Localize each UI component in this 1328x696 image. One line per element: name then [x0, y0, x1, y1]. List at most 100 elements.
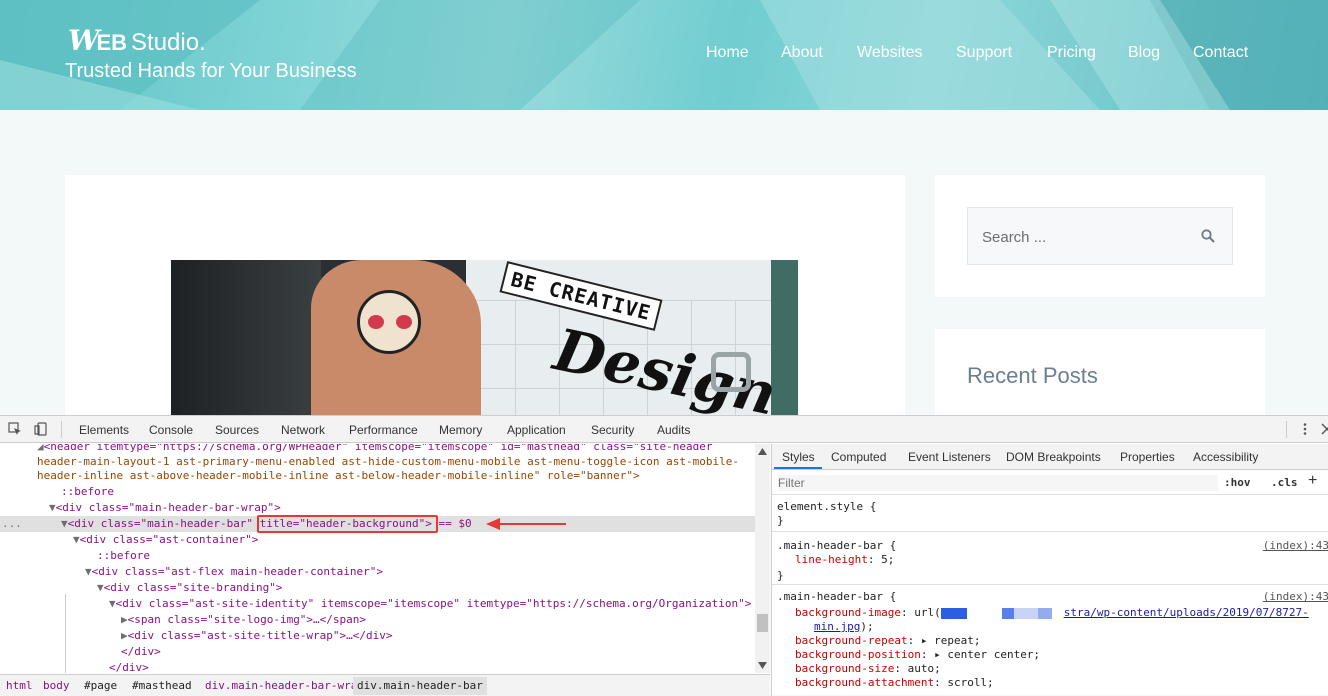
rule1-selector: .main-header-bar {: [777, 539, 897, 552]
search-input[interactable]: [982, 226, 1182, 248]
crumb-html[interactable]: html: [6, 679, 33, 692]
class-toggle[interactable]: .cls: [1271, 476, 1298, 489]
tree-line-header-bar-wrap[interactable]: ▼<div class="main-header-bar-wrap">: [49, 500, 281, 516]
tab-performance[interactable]: Performance: [349, 423, 418, 437]
redacted-block-3: [1013, 607, 1038, 619]
crumb-header-bar-wrap[interactable]: div.main-header-bar-wrap: [205, 679, 364, 692]
scroll-down-icon[interactable]: [758, 662, 767, 669]
dom-breadcrumb: html body #page #masthead div.main-heade…: [0, 674, 770, 696]
redacted-block-1: [940, 607, 967, 619]
tree-line-site-identity[interactable]: ▼<div class="ast-site-identity" itemscop…: [109, 596, 751, 612]
subtab-styles[interactable]: Styles: [782, 450, 815, 464]
styles-filter-bar: :hov .cls +: [772, 471, 1328, 495]
redacted-block-4: [1037, 607, 1052, 619]
rule2-background-size[interactable]: background-size: auto;: [795, 662, 941, 676]
nav-home[interactable]: Home: [706, 44, 749, 62]
post-featured-image[interactable]: BE CREATIVE Design: [171, 260, 798, 415]
rule1-line-height[interactable]: line-height: 5;: [795, 553, 894, 567]
element-style-close: }: [777, 514, 784, 527]
rule-main-header-bar-1[interactable]: .main-header-bar { (index):43 line-heigh…: [772, 533, 1328, 585]
rule2-bg-url-cont[interactable]: min.jpg);: [814, 620, 874, 634]
skull-eye-left: [368, 315, 384, 329]
tabbar-separator: [61, 421, 62, 438]
search-icon[interactable]: [1201, 229, 1215, 243]
element-style-selector: element.style {: [777, 500, 877, 513]
rule2-source-link[interactable]: (index):43: [1263, 590, 1328, 604]
tree-line-header-3: header-inline ast-above-header-mobile-in…: [37, 469, 640, 482]
scrollbar-thumb[interactable]: [757, 614, 768, 632]
tab-elements[interactable]: Elements: [79, 423, 129, 437]
tree-line-close-div-2: </div>: [109, 661, 149, 673]
elements-tree: ◢<header itemtype="https://schema.org/WP…: [0, 444, 770, 673]
inspect-element-icon[interactable]: [8, 422, 22, 436]
rule2-background-repeat[interactable]: background-repeat: ▸ repeat;: [795, 634, 980, 648]
tab-console[interactable]: Console: [149, 423, 193, 437]
nav-websites[interactable]: Websites: [857, 44, 923, 62]
tab-security[interactable]: Security: [591, 423, 634, 437]
tree-line-before-1[interactable]: ::before: [61, 484, 114, 500]
new-rule-button[interactable]: +: [1308, 472, 1317, 490]
tabbar-separator-right: [1286, 421, 1287, 438]
main-nav: Home About Websites Support Pricing Blog…: [0, 44, 1328, 64]
elements-scrollbar[interactable]: [755, 444, 770, 673]
subtab-accessibility[interactable]: Accessibility: [1193, 450, 1258, 464]
device-toolbar-icon[interactable]: [34, 422, 48, 436]
nav-blog[interactable]: Blog: [1128, 44, 1160, 62]
highlighted-title-attribute: [257, 515, 438, 533]
tab-application[interactable]: Application: [507, 423, 566, 437]
styles-subtabs: Styles Computed Event Listeners DOM Brea…: [772, 444, 1328, 470]
crumb-main-header-bar[interactable]: div.main-header-bar: [353, 677, 487, 695]
tree-line-site-logo-img[interactable]: ▶<span class="site-logo-img">…</span>: [121, 612, 366, 628]
recent-posts-heading: Recent Posts: [967, 363, 1098, 388]
crumb-page[interactable]: #page: [84, 679, 117, 692]
rule-element-style[interactable]: element.style { }: [772, 496, 1328, 532]
tree-line-close-div-1: </div>: [121, 645, 161, 658]
tab-memory[interactable]: Memory: [439, 423, 482, 437]
site-header: WEB Studio. Trusted Hands for Your Busine…: [0, 0, 1328, 110]
tab-sources[interactable]: Sources: [215, 423, 259, 437]
devtools-panel: Elements Console Sources Network Perform…: [0, 415, 1328, 696]
hero-skull-tattoo: [357, 290, 421, 354]
subtab-properties[interactable]: Properties: [1120, 450, 1175, 464]
more-options-icon[interactable]: [1298, 422, 1312, 436]
hover-state-toggle[interactable]: :hov: [1224, 476, 1251, 489]
tab-network[interactable]: Network: [281, 423, 325, 437]
scroll-up-icon[interactable]: [758, 448, 767, 455]
redacted-gap: [966, 607, 1002, 619]
bg-image-url-link[interactable]: stra/wp-content/uploads/2019/07/8727-: [1064, 606, 1309, 619]
rule1-close: }: [777, 569, 784, 582]
selected-node-marker[interactable]: ...: [2, 516, 22, 532]
crumb-body[interactable]: body: [43, 679, 70, 692]
tree-guide-line: [65, 594, 66, 673]
rule2-background-position[interactable]: background-position: ▸ center center;: [795, 648, 1040, 662]
tree-line-site-title-wrap[interactable]: ▶<div class="ast-site-title-wrap">…</div…: [121, 628, 393, 644]
nav-contact[interactable]: Contact: [1193, 44, 1248, 62]
close-devtools-icon[interactable]: [1320, 422, 1328, 436]
redacted-block-2: [1001, 607, 1014, 619]
tree-line-site-branding[interactable]: ▼<div class="site-branding">: [97, 580, 282, 596]
hero-dark-area: [171, 260, 321, 415]
nav-pricing[interactable]: Pricing: [1047, 44, 1096, 62]
subtab-dom-breakpoints[interactable]: DOM Breakpoints: [1006, 450, 1101, 464]
rule-main-header-bar-2[interactable]: .main-header-bar { (index):43 background…: [772, 586, 1328, 696]
annotation-arrow-icon: [486, 518, 566, 530]
nav-about[interactable]: About: [781, 44, 823, 62]
skull-eye-right: [396, 315, 412, 329]
subtab-event-listeners[interactable]: Event Listeners: [908, 450, 991, 464]
rule2-background-attachment[interactable]: background-attachment: scroll;: [795, 676, 994, 690]
active-subtab-indicator: [774, 467, 822, 469]
subtab-computed[interactable]: Computed: [831, 450, 886, 464]
tab-audits[interactable]: Audits: [657, 423, 690, 437]
rule1-source-link[interactable]: (index):43: [1263, 539, 1328, 553]
tree-line-ast-container[interactable]: ▼<div class="ast-container">: [73, 532, 258, 548]
website-viewport: WEB Studio. Trusted Hands for Your Busine…: [0, 0, 1328, 415]
crumb-masthead[interactable]: #masthead: [132, 679, 192, 692]
search-form: [967, 207, 1233, 265]
hero-clip: [711, 352, 751, 392]
devtools-tabbar: Elements Console Sources Network Perform…: [0, 416, 1328, 443]
tree-line-main-header-container[interactable]: ▼<div class="ast-flex main-header-contai…: [85, 564, 383, 580]
styles-filter-input[interactable]: [778, 475, 1218, 491]
nav-support[interactable]: Support: [956, 44, 1012, 62]
rule2-background-image[interactable]: background-image: url(stra/wp-content/up…: [795, 606, 1309, 620]
tree-line-before-2[interactable]: ::before: [97, 548, 150, 564]
